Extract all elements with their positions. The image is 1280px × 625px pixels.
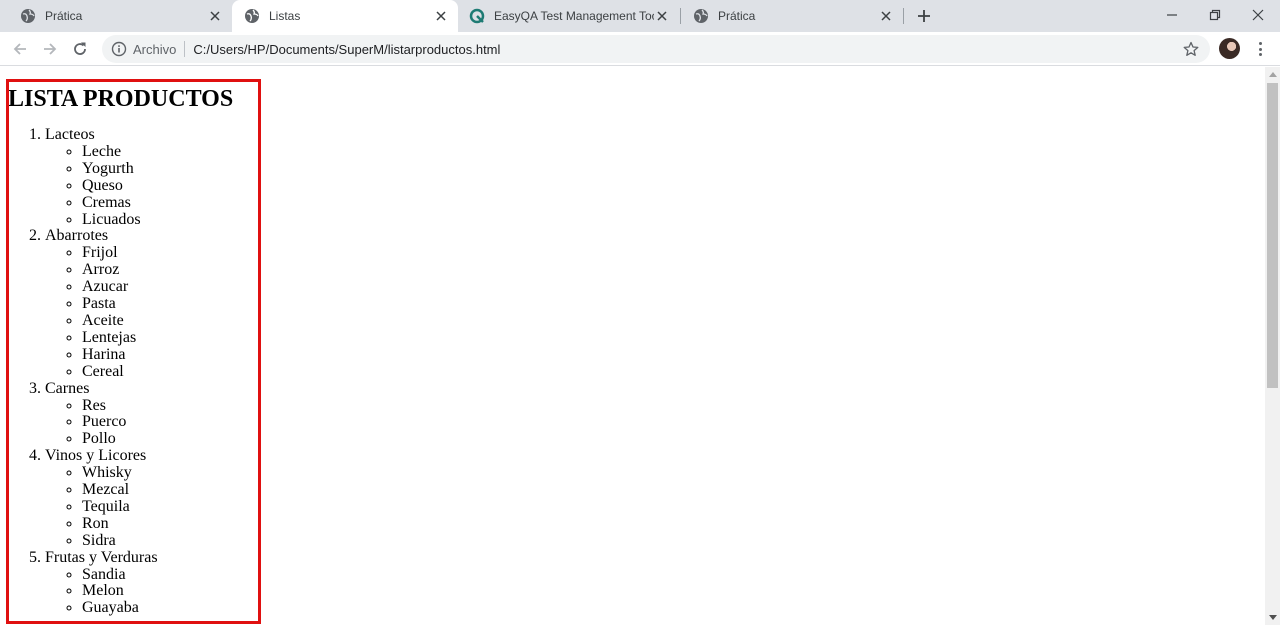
back-button[interactable] xyxy=(8,37,32,61)
product-item: Guayaba xyxy=(82,599,233,617)
category-label: Vinos y Licores xyxy=(45,447,147,465)
product-item: Mezcal xyxy=(82,481,233,499)
close-tab-icon[interactable] xyxy=(654,8,670,24)
category-label: Abarrotes xyxy=(45,227,109,245)
tab-strip: Prática Listas EasyQA Test Management To… xyxy=(0,0,1280,32)
product-item: Licuados xyxy=(82,211,233,229)
info-icon[interactable] xyxy=(111,41,127,57)
profile-avatar[interactable] xyxy=(1219,38,1240,59)
globe-icon xyxy=(21,9,35,23)
tab-listas[interactable]: Listas xyxy=(232,0,458,32)
reload-icon xyxy=(74,42,86,55)
category-label: Lacteos xyxy=(45,126,95,143)
product-item: Cereal xyxy=(82,363,233,381)
product-list: WhiskyMezcalTequilaRonSidra xyxy=(45,464,233,550)
tab-title: Listas xyxy=(269,9,301,23)
product-item: Harina xyxy=(82,346,233,364)
product-item: Pasta xyxy=(82,295,233,313)
product-item: Tequila xyxy=(82,498,233,516)
product-item: Frijol xyxy=(82,244,233,262)
arrow-left-icon xyxy=(13,43,26,55)
close-tab-icon[interactable] xyxy=(207,8,223,24)
product-item: Arroz xyxy=(82,261,233,279)
menu-dot xyxy=(1258,47,1262,51)
reload-button[interactable] xyxy=(68,37,92,61)
omnibox-divider xyxy=(184,41,186,57)
close-icon xyxy=(1252,9,1264,21)
product-item: Melon xyxy=(82,583,233,600)
tab-title: Prática xyxy=(45,9,83,23)
category-item: AbarrotesFrijolArrozAzucarPastaAceiteLen… xyxy=(45,227,233,381)
menu-dot xyxy=(1258,42,1262,45)
category-label: Frutas y Verduras xyxy=(45,548,158,566)
globe-icon xyxy=(694,9,708,23)
restore-button[interactable] xyxy=(1193,0,1237,30)
page-content: LISTA PRODUCTOS LacteosLecheYogurthQueso… xyxy=(8,67,233,617)
arrow-right-icon xyxy=(44,43,57,55)
product-list: SandiaMelonGuayaba xyxy=(45,566,233,618)
product-item: Whisky xyxy=(82,464,233,482)
tab-title: Prática xyxy=(718,9,756,23)
scroll-thumb[interactable] xyxy=(1267,83,1278,388)
product-list: FrijolArrozAzucarPastaAceiteLentejasHari… xyxy=(45,244,233,381)
product-item: Lentejas xyxy=(82,329,233,347)
product-item: Ron xyxy=(82,515,233,533)
menu-button[interactable] xyxy=(1252,39,1268,59)
star-icon[interactable] xyxy=(1183,41,1199,57)
product-item: Leche xyxy=(82,143,233,161)
tab-title: EasyQA Test Management Tool xyxy=(494,9,654,23)
caret-up-icon xyxy=(1268,72,1277,77)
page-title: LISTA PRODUCTOS xyxy=(8,86,234,112)
close-tab-icon[interactable] xyxy=(433,8,449,24)
product-item: Aceite xyxy=(82,312,233,330)
restore-icon xyxy=(1209,9,1221,21)
tab-pratica-2[interactable]: Prática xyxy=(681,0,903,32)
globe-icon xyxy=(245,9,259,23)
tab-separator xyxy=(903,8,904,24)
product-item: Azucar xyxy=(82,278,233,296)
plus-icon xyxy=(918,10,930,22)
minimize-icon xyxy=(1167,14,1177,16)
caret-down-icon xyxy=(1268,615,1277,620)
product-item: Puerco xyxy=(82,414,233,431)
product-item: Sidra xyxy=(82,532,233,550)
url-text[interactable]: C:/Users/HP/Documents/SuperM/listarprodu… xyxy=(193,42,500,57)
close-tab-icon[interactable] xyxy=(878,8,894,24)
tab-pratica-1[interactable]: Prática xyxy=(8,0,232,32)
product-item: Pollo xyxy=(82,430,233,448)
page-viewport: LISTA PRODUCTOS LacteosLecheYogurthQueso… xyxy=(0,67,1265,625)
category-item: Vinos y LicoresWhiskyMezcalTequilaRonSid… xyxy=(45,447,233,550)
category-item: Frutas y VerdurasSandiaMelonGuayaba xyxy=(45,548,233,618)
tab-easyqa[interactable]: EasyQA Test Management Tool xyxy=(457,0,679,32)
forward-button[interactable] xyxy=(38,37,62,61)
minimize-button[interactable] xyxy=(1150,0,1194,30)
address-bar[interactable]: Archivo C:/Users/HP/Documents/SuperM/lis… xyxy=(102,35,1210,63)
close-window-button[interactable] xyxy=(1236,0,1280,30)
vertical-scrollbar[interactable] xyxy=(1265,67,1280,625)
new-tab-button[interactable] xyxy=(914,6,934,26)
product-list: ResPuercoPollo xyxy=(45,397,233,449)
category-label: Carnes xyxy=(45,379,90,397)
scheme-label: Archivo xyxy=(133,41,177,57)
category-item: LacteosLecheYogurthQuesoCremasLicuados xyxy=(45,126,233,229)
menu-dot xyxy=(1258,53,1262,56)
browser-toolbar: Archivo C:/Users/HP/Documents/SuperM/lis… xyxy=(0,32,1280,66)
product-item: Sandia xyxy=(82,566,233,584)
category-item: CarnesResPuercoPollo xyxy=(45,379,233,449)
category-list: LacteosLecheYogurthQuesoCremasLicuadosAb… xyxy=(8,126,233,618)
product-item: Yogurth xyxy=(82,160,233,178)
scroll-down-button[interactable] xyxy=(1265,610,1280,625)
product-item: Cremas xyxy=(82,194,233,212)
product-item: Res xyxy=(82,397,233,415)
easyqa-icon xyxy=(469,8,485,24)
product-list: LecheYogurthQuesoCremasLicuados xyxy=(45,143,233,229)
scroll-up-button[interactable] xyxy=(1265,67,1280,82)
product-item: Queso xyxy=(82,177,233,195)
